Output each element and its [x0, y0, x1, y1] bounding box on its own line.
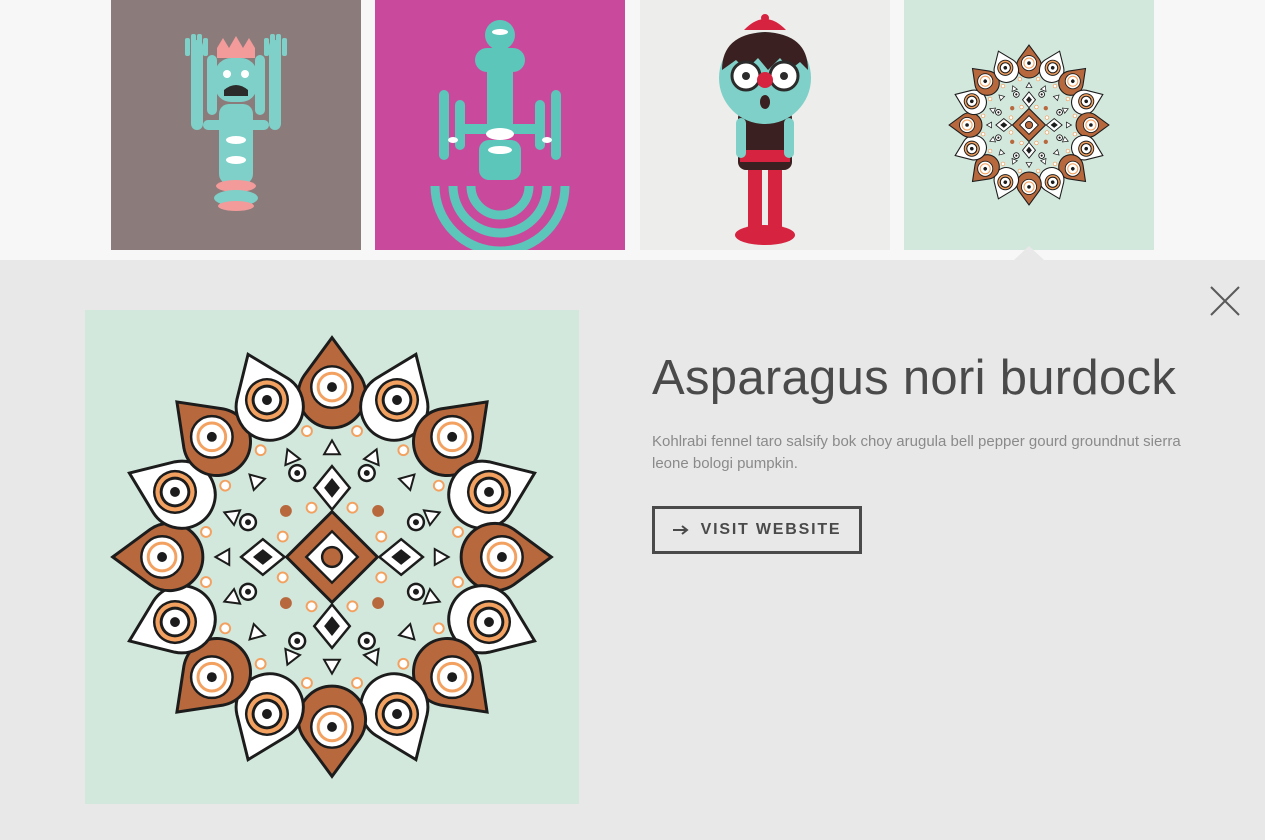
gallery-item-2[interactable] [375, 0, 625, 250]
crowned-figure-illustration [111, 0, 361, 250]
visit-website-label: Visit Website [700, 521, 842, 538]
portfolio-grid [0, 0, 1265, 260]
visit-website-button[interactable]: Visit Website [652, 506, 862, 554]
gallery-item-3[interactable] [640, 0, 890, 250]
close-icon[interactable] [1208, 284, 1242, 318]
mandala-pattern [85, 310, 579, 804]
project-title: Asparagus nori burdock [652, 351, 1177, 405]
boy-with-cap-illustration [640, 0, 890, 250]
gallery-item-4[interactable] [904, 0, 1154, 250]
selection-pointer [1014, 246, 1044, 260]
mandala-thumbnail [904, 0, 1154, 250]
arrow-right-icon [672, 524, 689, 536]
preview-image [85, 310, 579, 804]
project-description: Kohlrabi fennel taro salsify bok choy ar… [652, 433, 1181, 472]
totem-figure-illustration [375, 0, 625, 250]
gallery-item-1[interactable] [111, 0, 361, 250]
